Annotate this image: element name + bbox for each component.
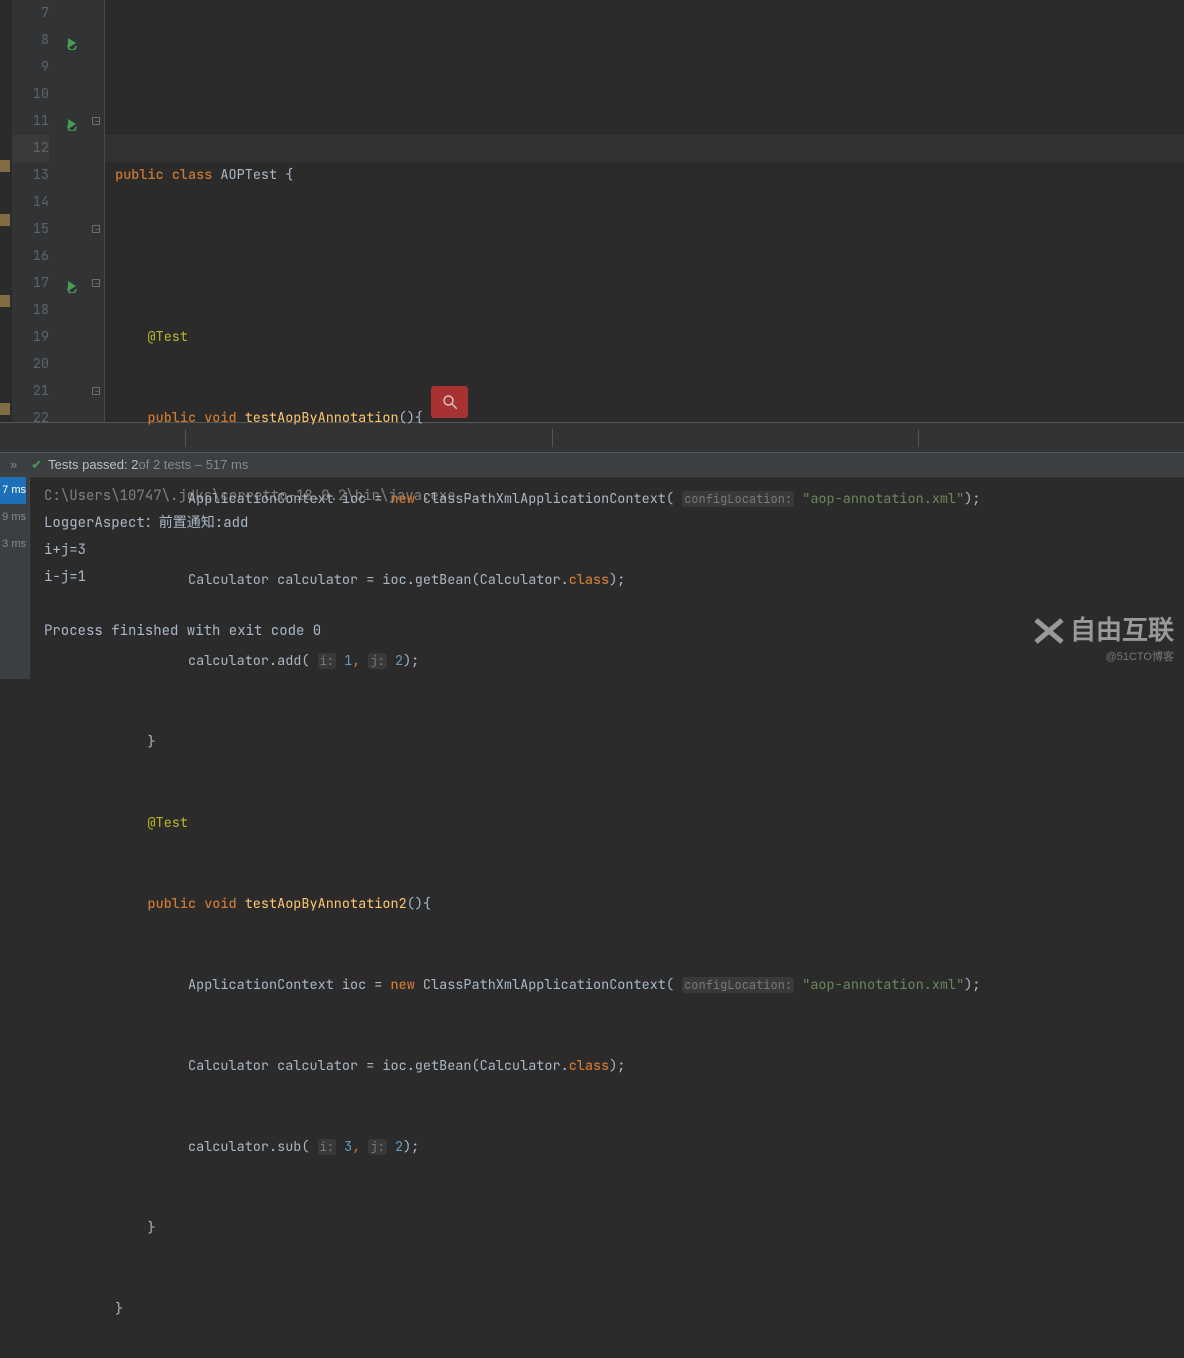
code-line[interactable]: } (107, 1215, 1184, 1242)
line-number: 21 (12, 378, 49, 405)
line-number: 13 (12, 162, 49, 189)
code-line[interactable]: calculator.sub( i: 3, j: 2); (107, 1134, 1184, 1161)
line-number: 8 (12, 27, 49, 54)
line-number: 15 (12, 216, 49, 243)
run-test-icon[interactable] (65, 114, 79, 128)
code-line[interactable]: Calculator calculator = ioc.getBean(Calc… (107, 1053, 1184, 1080)
line-number: 12 (12, 135, 49, 162)
test-tree-durations[interactable]: 7 ms 9 ms 3 ms (0, 477, 30, 679)
param-hint: configLocation: (682, 491, 794, 507)
param-hint: i: (318, 1139, 336, 1155)
line-number: 16 (12, 243, 49, 270)
code-line[interactable] (107, 243, 1184, 270)
gutter-change-mark (0, 403, 10, 415)
fold-start-icon[interactable] (92, 117, 100, 125)
line-number: 10 (12, 81, 49, 108)
line-number: 18 (12, 297, 49, 324)
breadcrumb-separator (918, 429, 919, 447)
run-class-icon[interactable] (65, 33, 79, 47)
param-hint: j: (368, 653, 386, 669)
code-line[interactable]: @Test (107, 324, 1184, 351)
console-line: i-j=1 (44, 568, 86, 586)
code-line[interactable]: public void testAopByAnnotation2(){ (107, 891, 1184, 918)
breadcrumb-separator (552, 429, 553, 447)
code-line[interactable]: ApplicationContext ioc = new ClassPathXm… (107, 972, 1184, 999)
line-number: 7 (12, 0, 49, 27)
code-line[interactable]: @Test (107, 810, 1184, 837)
current-line-highlight (105, 135, 1184, 162)
line-number-gutter[interactable]: 7 8 9 10 11 12 13 14 15 16 17 18 19 20 2… (12, 0, 55, 422)
fold-end-icon[interactable] (92, 387, 100, 395)
line-number: 17 (12, 270, 49, 297)
param-hint: configLocation: (682, 977, 794, 993)
fold-gutter[interactable] (88, 0, 105, 422)
expand-chevron-icon[interactable]: » (10, 451, 17, 478)
test-tree-item[interactable]: 7 ms (0, 477, 26, 504)
code-editor[interactable]: 7 8 9 10 11 12 13 14 15 16 17 18 19 20 2… (0, 0, 1184, 422)
code-line[interactable]: } (107, 729, 1184, 756)
gutter-change-mark (0, 295, 10, 307)
run-test-icon[interactable] (65, 276, 79, 290)
code-line[interactable]: calculator.add( i: 1, j: 2); (107, 648, 1184, 675)
fold-start-icon[interactable] (92, 279, 100, 287)
code-line[interactable] (107, 81, 1184, 108)
line-number: 9 (12, 54, 49, 81)
breadcrumb-separator (185, 429, 186, 447)
gutter-change-mark (0, 160, 10, 172)
fold-end-icon[interactable] (92, 225, 100, 233)
code-line[interactable]: Calculator calculator = ioc.getBean(Calc… (107, 567, 1184, 594)
vcs-gutter (0, 0, 12, 422)
gutter-change-mark (0, 214, 10, 226)
code-line[interactable]: } (107, 1296, 1184, 1323)
code-line[interactable]: public class AOPTest { (107, 162, 1184, 189)
line-number: 11 (12, 108, 49, 135)
line-number: 19 (12, 324, 49, 351)
param-hint: j: (368, 1139, 386, 1155)
test-tree-item[interactable]: 9 ms (2, 511, 26, 523)
line-number: 14 (12, 189, 49, 216)
line-number: 20 (12, 351, 49, 378)
console-line: i+j=3 (44, 541, 86, 559)
check-icon: ✔ (31, 451, 42, 478)
test-tree-item[interactable]: 3 ms (2, 538, 26, 550)
code-line[interactable]: ApplicationContext ioc = new ClassPathXm… (107, 486, 1184, 513)
search-overlay-icon[interactable] (431, 386, 468, 418)
param-hint: i: (318, 653, 336, 669)
code-area[interactable]: public class AOPTest { @Test public void… (105, 0, 1184, 422)
gutter-icons (55, 0, 88, 422)
